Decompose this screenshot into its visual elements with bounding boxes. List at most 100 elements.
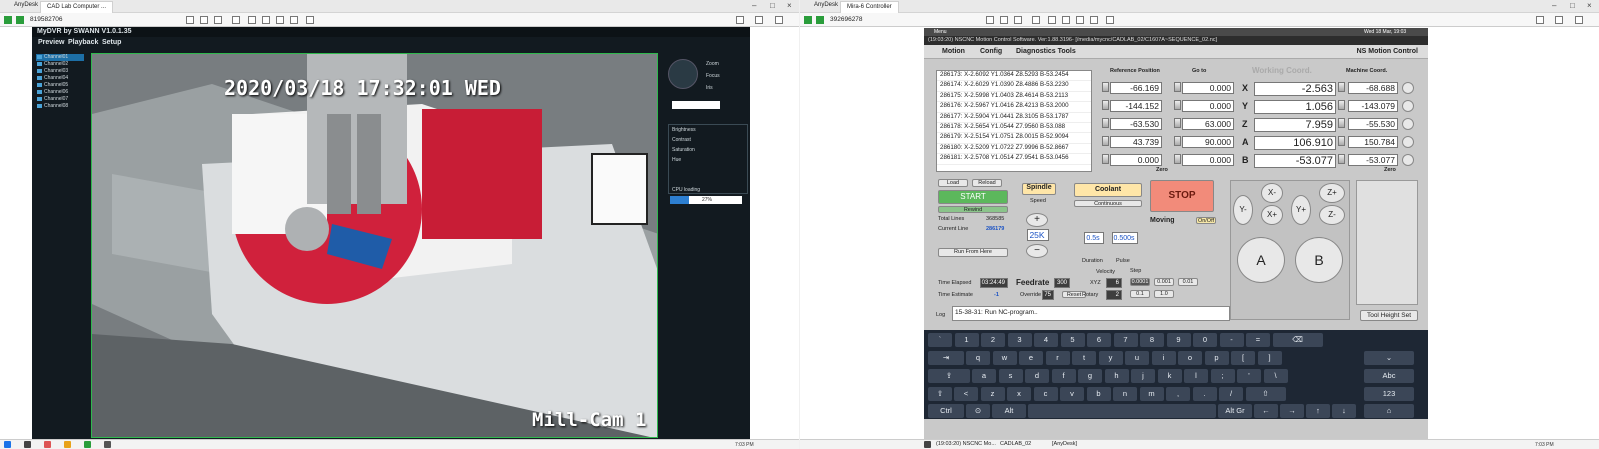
history-icon[interactable] <box>736 16 744 24</box>
toolbar-icon-1[interactable] <box>986 16 994 24</box>
toolbar-icon-3[interactable] <box>1014 16 1022 24</box>
chat-icon[interactable] <box>290 16 298 24</box>
monitor-icon[interactable] <box>1076 16 1084 24</box>
key-char[interactable]: y <box>1098 351 1123 365</box>
arrow-up-key[interactable]: ↑ <box>1306 404 1330 418</box>
onoff-button[interactable]: On/Off <box>1196 217 1216 224</box>
hide-key[interactable]: ⌄ <box>1364 351 1414 365</box>
key-char[interactable]: 4 <box>1034 333 1058 347</box>
program-line[interactable]: 286177: X-2.5904 Y1.0441 Z8.3105 B-53.17… <box>937 113 1091 123</box>
key-char[interactable]: o <box>1178 351 1202 365</box>
key-char[interactable]: / <box>1219 387 1243 401</box>
key-char[interactable]: [ <box>1231 351 1255 365</box>
key-char[interactable]: h <box>1104 369 1129 383</box>
ref-led[interactable] <box>1102 154 1109 164</box>
rotary-velocity[interactable]: 2 <box>1106 290 1122 300</box>
work-value[interactable]: 106.910 <box>1254 136 1336 150</box>
menu-diagnostics[interactable]: Diagnostics Tools <box>1016 48 1076 55</box>
spindle-speed[interactable]: 25K <box>1027 229 1049 241</box>
key-char[interactable]: 7 <box>1113 333 1138 347</box>
channel-item[interactable]: Channel08 <box>36 103 84 110</box>
arrow-down-key[interactable]: ↓ <box>1332 404 1356 418</box>
key-char[interactable]: g <box>1078 369 1102 383</box>
goto-value[interactable]: 63.000 <box>1182 118 1234 130</box>
jog-z-minus[interactable]: Z- <box>1319 205 1345 225</box>
ref-value[interactable]: -144.152 <box>1110 100 1162 112</box>
slider-hue[interactable]: Hue <box>672 157 681 163</box>
goto-led[interactable] <box>1174 118 1181 128</box>
ctrl-key[interactable]: Ctrl <box>928 404 964 418</box>
machine-round-button[interactable] <box>1402 100 1414 112</box>
fullscreen-icon[interactable] <box>1555 16 1563 24</box>
goto-value[interactable]: 0.000 <box>1182 82 1234 94</box>
program-line[interactable]: 286174: X-2.6029 Y1.0390 Z8.4886 B-53.22… <box>937 81 1091 92</box>
taskbar-app[interactable] <box>104 441 111 448</box>
key-char[interactable]: t <box>1072 351 1096 365</box>
key-char[interactable]: - <box>1219 333 1244 347</box>
goto-led[interactable] <box>1174 82 1181 92</box>
menu-button[interactable]: Menu <box>934 29 947 35</box>
channel-item[interactable]: Channel03 <box>36 68 84 75</box>
toolbar-icon-6[interactable] <box>262 16 270 24</box>
program-line[interactable]: 286175: X-2.5998 Y1.0403 Z8.4614 B-53.21… <box>937 92 1091 103</box>
pen-icon[interactable] <box>1106 16 1114 24</box>
work-led[interactable] <box>1338 154 1345 164</box>
key-char[interactable]: d <box>1025 369 1049 383</box>
menu-config[interactable]: Config <box>980 48 1002 55</box>
key-char[interactable]: w <box>992 351 1017 365</box>
ref-value[interactable]: 0.000 <box>1110 154 1162 166</box>
goto-led[interactable] <box>1174 154 1181 164</box>
program-line[interactable]: 286176: X-2.5967 Y1.0416 Z8.4213 B-53.20… <box>937 102 1091 113</box>
fullscreen-icon[interactable] <box>755 16 763 24</box>
key-char[interactable]: . <box>1192 387 1217 401</box>
key-char[interactable]: n <box>1113 387 1137 401</box>
key-char[interactable]: s <box>998 369 1023 383</box>
ptz-joystick[interactable] <box>668 59 698 89</box>
step-button[interactable]: 0.1 <box>1130 290 1150 298</box>
maximize-icon[interactable]: □ <box>1570 1 1575 10</box>
altgr-key[interactable]: Alt Gr <box>1218 404 1252 418</box>
ref-value[interactable]: 43.739 <box>1110 136 1162 148</box>
goto-value[interactable]: 90.000 <box>1182 136 1234 148</box>
ref-led[interactable] <box>1102 100 1109 110</box>
menu-playback[interactable]: Playback <box>68 39 98 46</box>
goto-led[interactable] <box>1174 100 1181 110</box>
more-icon[interactable] <box>1575 16 1583 24</box>
key-char[interactable]: z <box>980 387 1005 401</box>
run-from-here-button[interactable]: Run From Here <box>938 248 1008 257</box>
coolant-button[interactable]: Coolant <box>1074 183 1142 197</box>
key-char[interactable]: 9 <box>1166 333 1191 347</box>
pen-icon[interactable] <box>306 16 314 24</box>
zero-ref[interactable]: Zero <box>1156 167 1168 173</box>
key-char[interactable]: r <box>1045 351 1070 365</box>
key-char[interactable]: b <box>1086 387 1111 401</box>
ref-value[interactable]: -63.530 <box>1110 118 1162 130</box>
key-char[interactable]: ; <box>1210 369 1235 383</box>
lightning-icon[interactable] <box>248 16 256 24</box>
abc-key[interactable]: Abc <box>1364 369 1414 383</box>
work-value[interactable]: 7.959 <box>1254 118 1336 132</box>
program-line[interactable]: 286180: X-2.5209 Y1.0722 Z7.9996 B-52.86… <box>937 144 1091 155</box>
channel-item[interactable]: Channel06 <box>36 89 84 96</box>
machine-round-button[interactable] <box>1402 154 1414 166</box>
key-char[interactable]: , <box>1166 387 1190 401</box>
key-char[interactable]: i <box>1151 351 1176 365</box>
program-listing[interactable]: 286173: X-2.6092 Y1.0364 Z8.5293 B-53.24… <box>936 70 1092 172</box>
jog-z-plus[interactable]: Z+ <box>1319 183 1345 203</box>
work-value[interactable]: -2.563 <box>1254 82 1336 96</box>
start-button[interactable]: START <box>938 190 1008 204</box>
key-char[interactable]: p <box>1204 351 1229 365</box>
taskbar-app[interactable] <box>84 441 91 448</box>
spindle-down-button[interactable]: − <box>1026 244 1048 258</box>
jog-x-minus[interactable]: X- <box>1261 183 1283 203</box>
toolbar-icon-3[interactable] <box>214 16 222 24</box>
lightning-icon[interactable] <box>1048 16 1056 24</box>
close-icon[interactable]: × <box>787 1 792 10</box>
tool-height-button[interactable]: Tool Height Set <box>1360 310 1418 321</box>
key-char[interactable]: < <box>954 387 978 401</box>
key-char[interactable]: e <box>1019 351 1043 365</box>
minimize-icon[interactable]: – <box>752 1 756 10</box>
channel-item[interactable]: Channel02 <box>36 61 84 68</box>
right-tab-session[interactable]: Mira-6 Controller <box>840 1 899 13</box>
key-char[interactable]: m <box>1139 387 1164 401</box>
